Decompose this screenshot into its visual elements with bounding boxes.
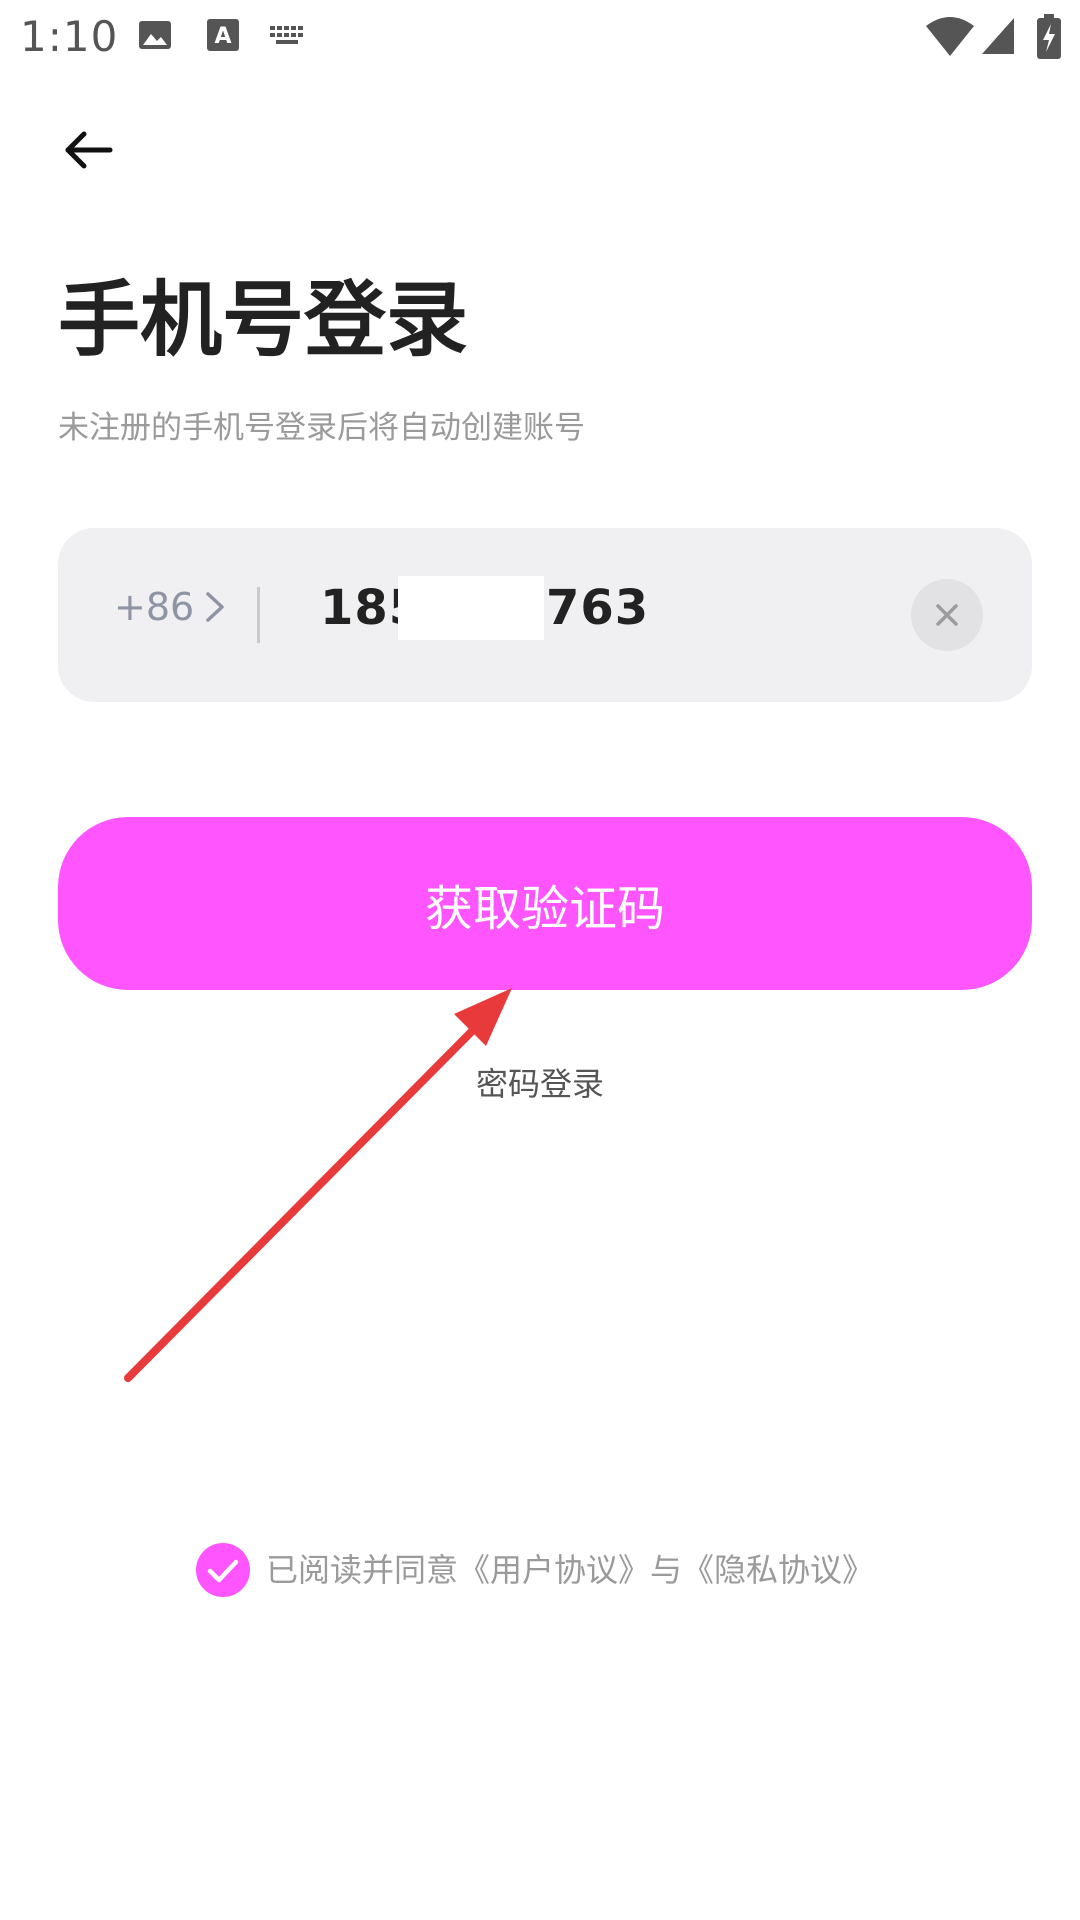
password-login-link[interactable]: 密码登录 [0,1068,1080,1100]
back-button[interactable] [58,120,118,180]
agreement-checkbox[interactable] [196,1543,250,1597]
signal-icon [982,18,1014,54]
keyboard-icon [270,26,303,44]
redaction-mask [398,576,544,640]
page-title: 手机号登录 [58,273,469,368]
image-icon [139,21,171,49]
text-a-icon: A [207,19,239,51]
close-icon [936,604,958,626]
status-time: 1:10 [20,12,119,61]
page-subtitle: 未注册的手机号登录后将自动创建账号 [58,410,585,446]
agreement-row[interactable]: 已阅读并同意《用户协议》与《隐私协议》 [196,1543,874,1597]
arrow-left-icon [65,131,113,169]
clear-input-button[interactable] [911,579,983,651]
check-icon [207,1559,239,1583]
country-code-selector[interactable]: +86 [114,588,194,626]
phone-input-box[interactable]: +86 185 763 [58,528,1032,702]
wifi-icon [926,17,974,56]
chevron-right-icon[interactable] [200,584,230,630]
get-code-button[interactable]: 获取验证码 [58,817,1032,990]
phone-number-input-end[interactable]: 763 [546,584,649,632]
agreement-text: 已阅读并同意《用户协议》与《隐私协议》 [266,1551,875,1589]
status-bar: 1:10 A [0,0,1080,74]
svg-text:A: A [214,24,231,49]
battery-charging-icon [1037,14,1061,59]
divider [257,587,260,643]
